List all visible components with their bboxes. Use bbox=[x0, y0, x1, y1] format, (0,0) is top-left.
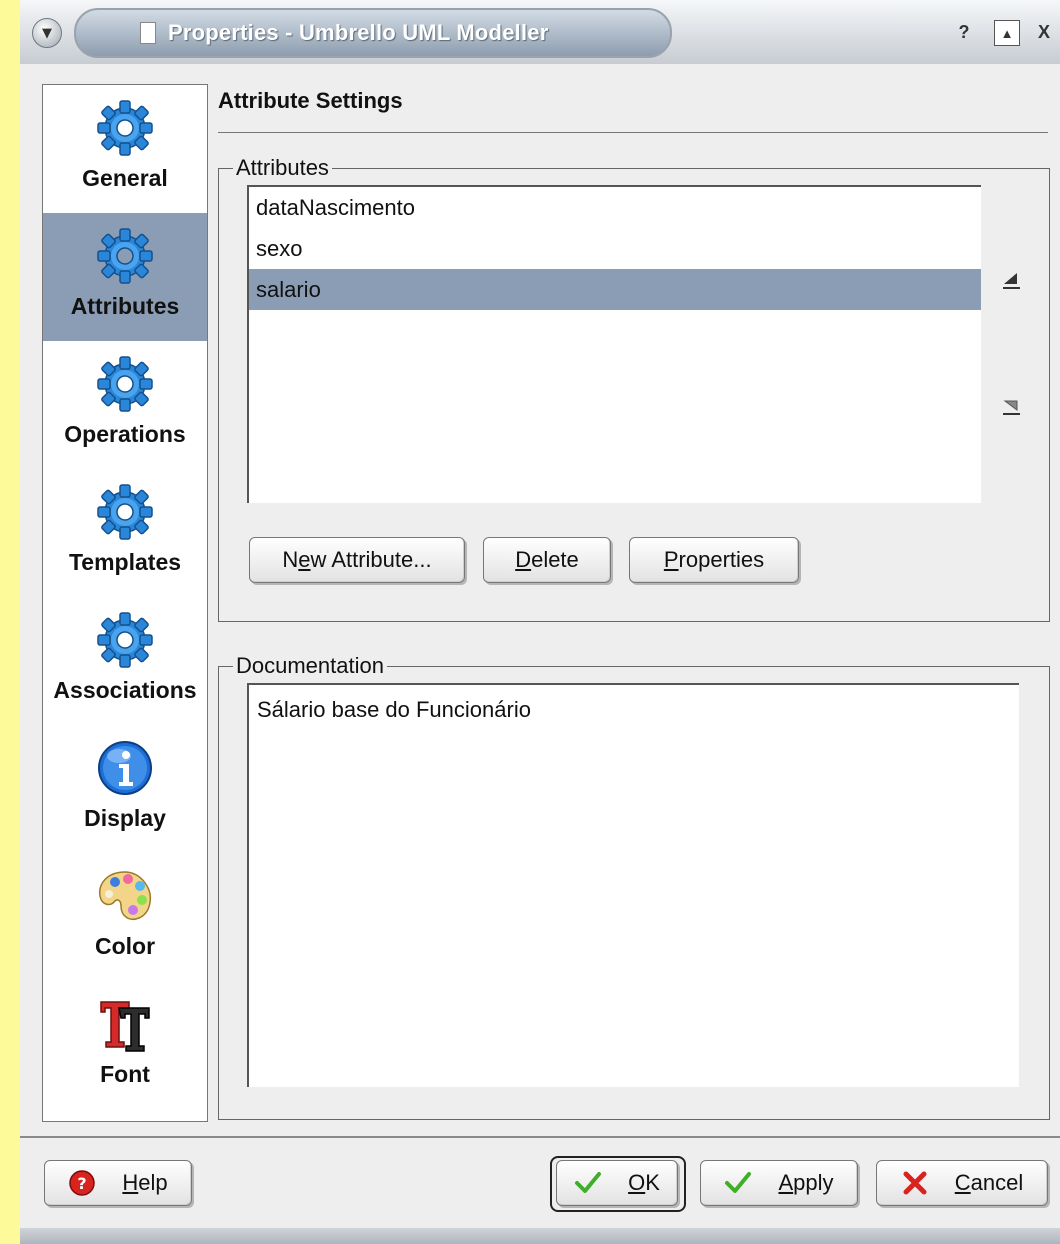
gear-icon bbox=[97, 484, 153, 540]
sidebar-item-operations[interactable]: Operations bbox=[43, 341, 207, 469]
sidebar-item-font[interactable]: Font bbox=[43, 981, 207, 1109]
sidebar-item-label: Font bbox=[100, 1061, 150, 1087]
move-up-icon[interactable] bbox=[1001, 269, 1023, 291]
documentation-group: Documentation Sálario base do Funcionári… bbox=[218, 653, 1050, 1120]
gear-icon bbox=[97, 100, 153, 156]
shade-button[interactable]: ▲ bbox=[994, 20, 1020, 46]
check-icon bbox=[725, 1172, 752, 1193]
window-bottom-border bbox=[20, 1228, 1060, 1244]
window-menu-button[interactable]: ▼ bbox=[32, 18, 62, 48]
sidebar-item-label: Operations bbox=[64, 421, 186, 447]
sidebar-item-general[interactable]: General bbox=[43, 85, 207, 213]
group-legend: Documentation bbox=[233, 653, 387, 679]
title-pill: Properties - Umbrello UML Modeller bbox=[74, 8, 672, 58]
footer-divider bbox=[20, 1136, 1060, 1138]
title-bar[interactable]: ▼ Properties - Umbrello UML Modeller ? ▲… bbox=[20, 0, 1060, 64]
page-list: General Attributes Operations Templates … bbox=[42, 84, 208, 1122]
help-title-button[interactable]: ? bbox=[952, 20, 976, 44]
attributes-list[interactable]: dataNascimento sexo salario bbox=[247, 185, 981, 503]
cancel-icon bbox=[903, 1171, 927, 1195]
sidebar-item-label: General bbox=[82, 165, 168, 191]
palette-icon bbox=[99, 871, 152, 920]
properties-button[interactable]: Properties bbox=[629, 537, 799, 583]
button-label-part: ancel bbox=[970, 1170, 1024, 1195]
list-item[interactable]: sexo bbox=[249, 228, 981, 269]
ok-button[interactable]: OK bbox=[556, 1160, 678, 1206]
button-mnemonic: O bbox=[628, 1170, 646, 1195]
sidebar-item-associations[interactable]: Associations bbox=[43, 597, 207, 725]
sidebar-item-color[interactable]: Color bbox=[43, 853, 207, 981]
button-mnemonic: C bbox=[954, 1170, 971, 1195]
button-label-part: roperties bbox=[678, 547, 765, 572]
sidebar-item-label: Templates bbox=[68, 549, 182, 575]
button-mnemonic: P bbox=[663, 547, 679, 572]
document-icon bbox=[140, 22, 156, 44]
close-button[interactable]: X bbox=[1032, 20, 1056, 44]
sidebar-item-templates[interactable]: Templates bbox=[43, 469, 207, 597]
help-icon: ? bbox=[69, 1170, 96, 1196]
button-label-part: K bbox=[645, 1170, 660, 1195]
sidebar-item-attributes[interactable]: Attributes bbox=[43, 213, 207, 341]
group-legend: Attributes bbox=[233, 155, 332, 181]
attributes-group: Attributes dataNascimento sexo salario N… bbox=[218, 155, 1050, 622]
move-down-icon[interactable] bbox=[1001, 395, 1023, 417]
button-mnemonic: H bbox=[122, 1170, 139, 1195]
info-icon bbox=[98, 741, 152, 795]
shade-icon: ▲ bbox=[1000, 25, 1014, 41]
apply-button[interactable]: Apply bbox=[700, 1160, 858, 1206]
button-mnemonic: e bbox=[298, 547, 311, 572]
page-title: Attribute Settings bbox=[218, 88, 403, 113]
font-icon bbox=[100, 1001, 150, 1052]
button-label-part: pply bbox=[793, 1170, 834, 1195]
window-title: Properties - Umbrello UML Modeller bbox=[168, 20, 549, 45]
list-item[interactable]: salario bbox=[249, 269, 981, 310]
documentation-textarea[interactable]: Sálario base do Funcionário bbox=[247, 683, 1019, 1087]
button-mnemonic: D bbox=[515, 547, 532, 572]
delete-button[interactable]: Delete bbox=[483, 537, 611, 583]
properties-dialog: ▼ Properties - Umbrello UML Modeller ? ▲… bbox=[20, 0, 1060, 1244]
chevron-down-icon: ▼ bbox=[42, 25, 52, 41]
check-icon bbox=[575, 1172, 602, 1193]
button-label-part: N bbox=[282, 547, 299, 572]
gear-icon bbox=[97, 228, 153, 284]
button-mnemonic: A bbox=[778, 1170, 794, 1195]
question-icon: ? bbox=[958, 21, 970, 42]
close-icon: X bbox=[1037, 21, 1050, 42]
cancel-button[interactable]: Cancel bbox=[876, 1160, 1048, 1206]
svg-text:?: ? bbox=[78, 1174, 87, 1193]
title-divider bbox=[218, 132, 1048, 133]
sidebar-item-label: Associations bbox=[53, 677, 197, 703]
sidebar-item-label: Color bbox=[94, 933, 156, 959]
button-label-part: elp bbox=[138, 1170, 168, 1195]
button-label-part: w Attribute... bbox=[310, 547, 432, 572]
sidebar-item-label: Display bbox=[84, 805, 166, 831]
gear-icon bbox=[97, 356, 153, 412]
gear-icon bbox=[97, 612, 153, 668]
new-attribute-button[interactable]: New Attribute... bbox=[249, 537, 465, 583]
sidebar-item-display[interactable]: Display bbox=[43, 725, 207, 853]
sidebar-item-label: Attributes bbox=[70, 293, 180, 319]
list-item[interactable]: dataNascimento bbox=[249, 187, 981, 228]
help-button[interactable]: ? Help bbox=[44, 1160, 192, 1206]
button-label-part: elete bbox=[531, 547, 579, 572]
